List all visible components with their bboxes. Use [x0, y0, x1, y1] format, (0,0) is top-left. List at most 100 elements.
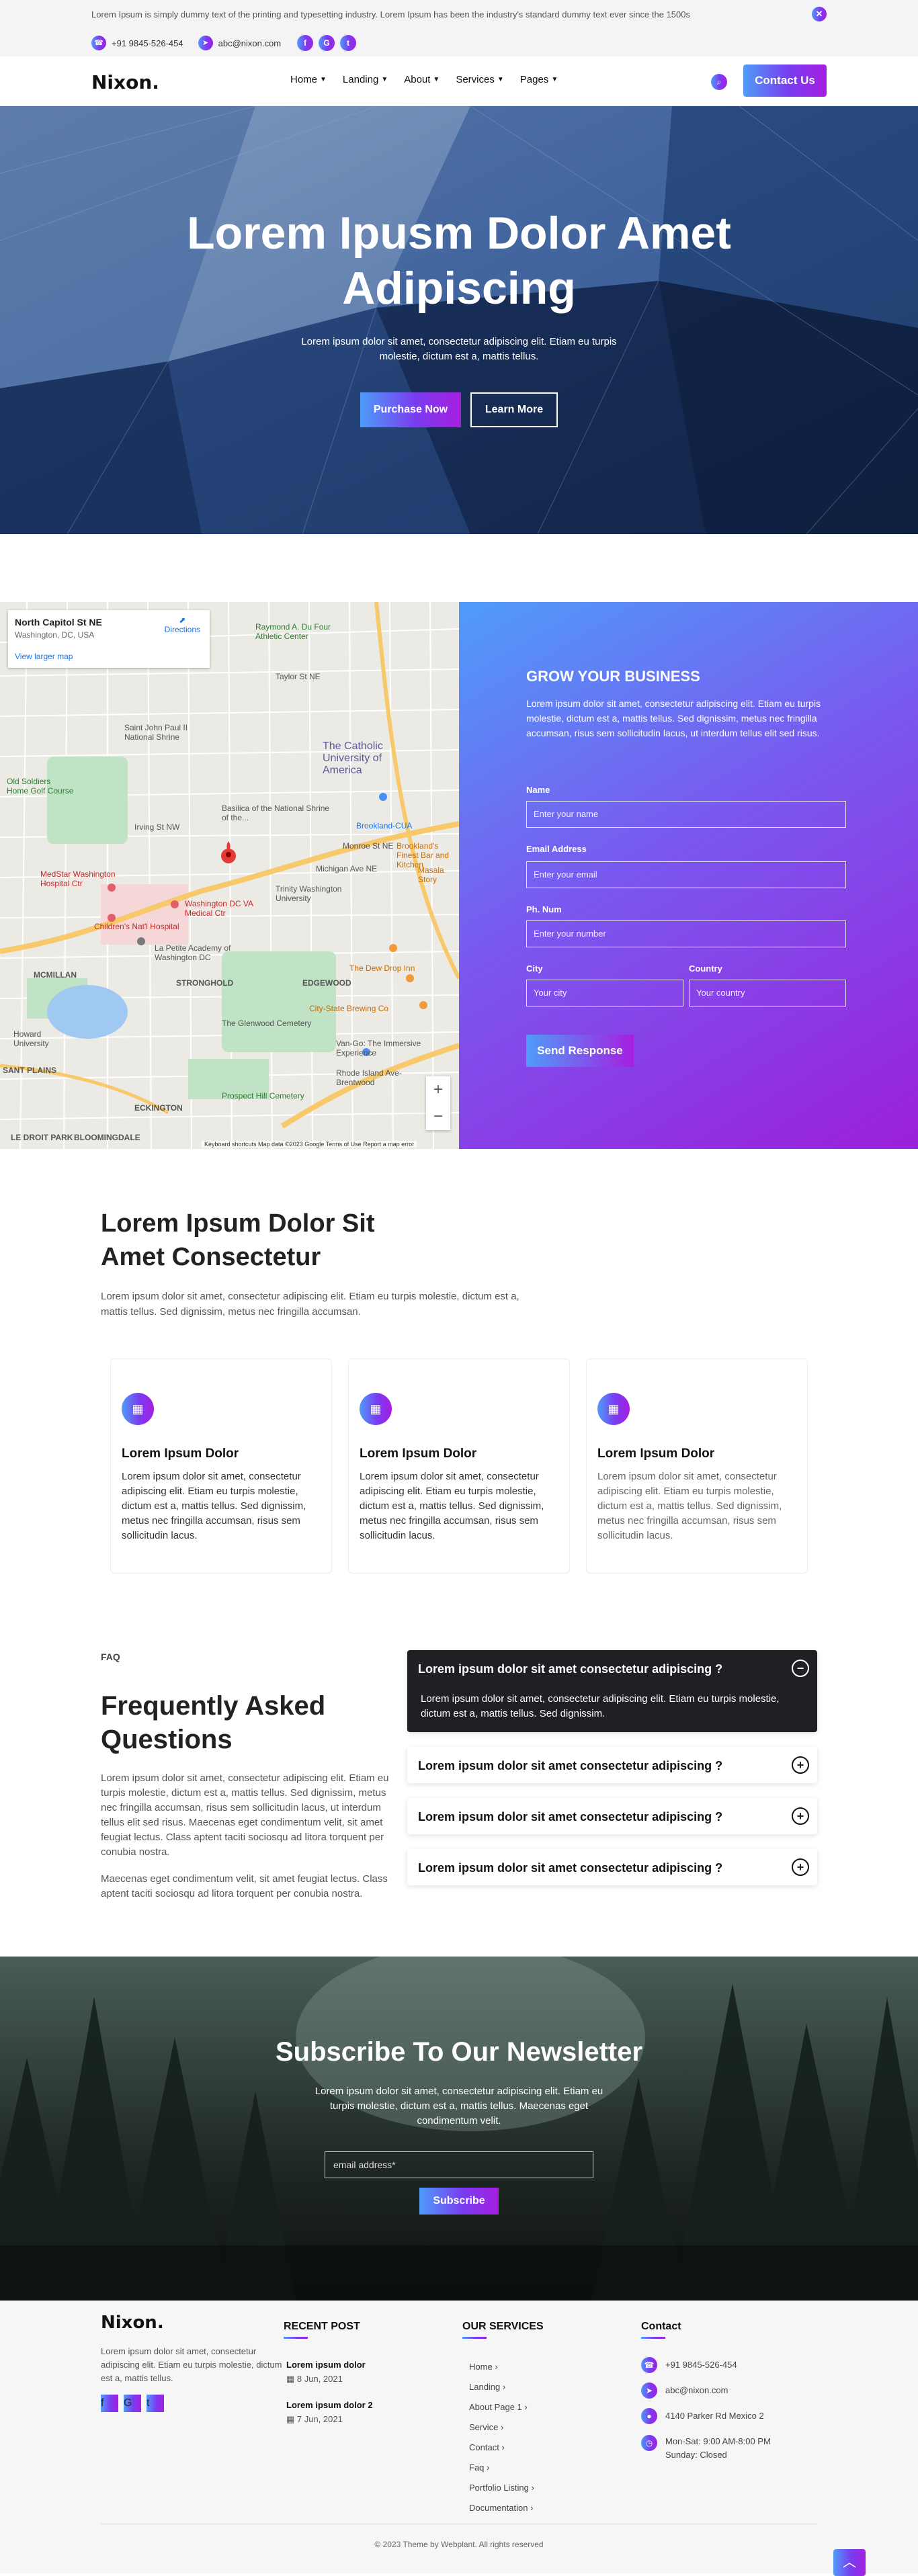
chevron-right-icon: ›	[524, 2402, 528, 2412]
footer-link-contact[interactable]: Contact ›	[469, 2438, 534, 2458]
map-contact-section: Saint John Paul II National Shrine The C…	[0, 602, 918, 1149]
chevron-down-icon: ▼	[551, 76, 558, 83]
city-field[interactable]: Your city	[526, 980, 683, 1006]
map-label: Basilica of the National Shrine of the..…	[222, 804, 330, 822]
chevron-right-icon: ›	[530, 2503, 534, 2513]
learn-more-button[interactable]: Learn More	[470, 392, 558, 427]
chevron-right-icon: ›	[531, 2483, 534, 2493]
footer-link-faq[interactable]: Faq ›	[469, 2458, 534, 2478]
chevron-down-icon: ▼	[381, 76, 388, 83]
map-attribution[interactable]: Keyboard shortcuts Map data ©2023 Google…	[202, 1141, 417, 1148]
post-date: ▦ 7 Jun, 2021	[286, 2414, 373, 2425]
map-label: MCMILLAN	[34, 970, 77, 980]
footer-link-label: Service	[469, 2422, 499, 2432]
embedded-map[interactable]: Saint John Paul II National Shrine The C…	[0, 602, 459, 1149]
calendar-icon: ▦	[286, 2374, 297, 2384]
country-field[interactable]: Your country	[689, 980, 846, 1006]
footer-link-service[interactable]: Service ›	[469, 2417, 534, 2438]
nav-item-label: Pages	[519, 74, 549, 85]
footer-phone-text: +91 9845-526-454	[665, 2360, 737, 2370]
plus-circle-icon[interactable]: +	[792, 1807, 809, 1825]
hero-subtitle: Lorem ipsum dolor sit amet, consectetur …	[301, 336, 617, 362]
google-icon[interactable]: G	[124, 2395, 141, 2412]
topbar-social: f G t	[297, 35, 357, 51]
recent-post-item[interactable]: Lorem ipsum dolor 2 ▦ 7 Jun, 2021	[286, 2400, 373, 2425]
map-label: The Dew Drop Inn	[349, 963, 415, 973]
close-icon[interactable]: ✕	[812, 7, 827, 22]
zoom-in-button[interactable]: +	[426, 1076, 450, 1103]
footer-social: f G t	[101, 2395, 164, 2412]
feature-card-text: Lorem ipsum dolor sit amet, consectetur …	[122, 1471, 306, 1541]
map-label: Children's Nat'l Hospital	[94, 922, 179, 931]
view-larger-map-link[interactable]: View larger map	[15, 652, 203, 661]
chevron-right-icon: ›	[500, 2422, 504, 2432]
map-label: Monroe St NE	[343, 841, 394, 851]
map-label: Prospect Hill Cemetery	[222, 1091, 304, 1101]
map-info-card: North Capitol St NE Washington, DC, USA …	[8, 610, 210, 668]
site-logo[interactable]: Nixon.	[91, 71, 159, 93]
faq-item[interactable]: Lorem ipsum dolor sit amet consectetur a…	[407, 1747, 817, 1783]
heading-underline	[641, 2337, 665, 2339]
google-icon[interactable]: G	[319, 35, 335, 51]
nav-item-label: Landing	[342, 74, 379, 85]
send-response-button[interactable]: Send Response	[526, 1035, 634, 1067]
chevron-right-icon: ›	[501, 2442, 505, 2452]
footer-link-about[interactable]: About Page 1 ›	[469, 2397, 534, 2417]
nav-item-services[interactable]: Services ▼	[456, 74, 503, 85]
nav-item-landing[interactable]: Landing ▼	[343, 74, 388, 85]
footer-link-documentation[interactable]: Documentation ›	[469, 2498, 534, 2518]
subscribe-button[interactable]: Subscribe	[419, 2188, 499, 2215]
map-label: Van-Go: The Immersive Experience	[336, 1039, 421, 1058]
footer-phone[interactable]: ☎ +91 9845-526-454	[641, 2357, 737, 2373]
purchase-now-button[interactable]: Purchase Now	[360, 392, 461, 427]
grid-icon: ▦	[597, 1393, 630, 1425]
nav-item-home[interactable]: Home ▼	[290, 74, 327, 85]
chevron-right-icon: ›	[495, 2362, 498, 2372]
recent-post-item[interactable]: Lorem ipsum dolor ▦ 8 Jun, 2021	[286, 2360, 366, 2385]
newsletter-description: Lorem ipsum dolor sit amet, consectetur …	[315, 2086, 603, 2127]
footer-link-label: Landing	[469, 2382, 501, 2392]
footer-link-portfolio[interactable]: Portfolio Listing ›	[469, 2478, 534, 2498]
map-label: Irving St NW	[134, 822, 180, 832]
footer-logo[interactable]: Nixon.	[101, 2313, 164, 2333]
nav-item-label: Home	[290, 74, 318, 85]
twitter-icon[interactable]: t	[147, 2395, 164, 2412]
nav-item-pages[interactable]: Pages ▼	[520, 74, 558, 85]
post-date-text: 8 Jun, 2021	[296, 2374, 343, 2384]
chevron-up-icon[interactable]: ︿	[833, 2549, 866, 2576]
feature-card-title: Lorem Ipsum Dolor	[597, 1447, 715, 1461]
facebook-icon[interactable]: f	[101, 2395, 118, 2412]
directions-icon: ⬈	[179, 615, 186, 625]
newsletter-email-input[interactable]: email address*	[325, 2151, 593, 2178]
name-field[interactable]: Enter your name	[526, 801, 846, 828]
plus-circle-icon[interactable]: +	[792, 1858, 809, 1876]
forest-background-image	[0, 1957, 918, 2301]
faq-item[interactable]: Lorem ipsum dolor sit amet consectetur a…	[407, 1650, 817, 1732]
footer-link-home[interactable]: Home ›	[469, 2357, 534, 2377]
phone-field[interactable]: Enter your number	[526, 920, 846, 947]
map-label: LE DROIT PARK	[11, 1133, 73, 1142]
footer-link-landing[interactable]: Landing ›	[469, 2377, 534, 2397]
map-label: La Petite Academy of Washington DC	[155, 943, 231, 962]
footer-email[interactable]: ➤ abc@nixon.com	[641, 2382, 728, 2399]
twitter-icon[interactable]: t	[340, 35, 357, 51]
map-label: City-State Brewing Co	[309, 1004, 389, 1013]
email-field[interactable]: Enter your email	[526, 861, 846, 888]
map-label: The Glenwood Cemetery	[222, 1019, 312, 1028]
facebook-icon[interactable]: f	[297, 35, 314, 51]
nav-item-about[interactable]: About ▼	[404, 74, 440, 85]
main-navbar: Nixon. Home ▼ Landing ▼ About ▼ Services ▼ P…	[0, 56, 918, 106]
map-label: Taylor St NE	[276, 672, 321, 681]
hero-background-image	[0, 106, 918, 534]
contact-us-button[interactable]: Contact Us	[743, 65, 827, 97]
topbar-phone[interactable]: +91 9845-526-454	[112, 38, 183, 48]
topbar-email[interactable]: abc@nixon.com	[218, 38, 281, 48]
directions-link[interactable]: ⬈ Directions	[165, 615, 200, 634]
plus-circle-icon[interactable]: +	[792, 1756, 809, 1774]
zoom-out-button[interactable]: −	[426, 1103, 450, 1130]
faq-item[interactable]: Lorem ipsum dolor sit amet consectetur a…	[407, 1798, 817, 1834]
minus-circle-icon[interactable]: −	[792, 1660, 809, 1677]
faq-item[interactable]: Lorem ipsum dolor sit amet consectetur a…	[407, 1849, 817, 1885]
search-icon[interactable]: ⌕	[711, 74, 727, 90]
heading-text: RECENT POST	[284, 2321, 360, 2332]
